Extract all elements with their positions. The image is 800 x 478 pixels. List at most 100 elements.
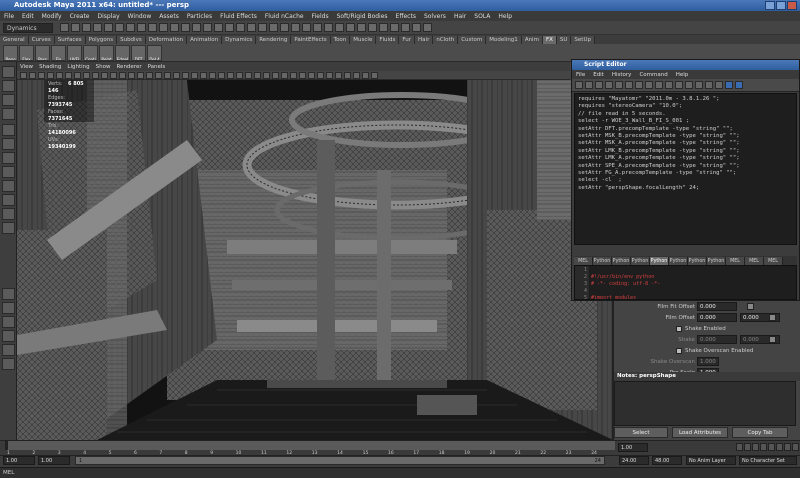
viewport-tool-icon[interactable] (371, 72, 378, 79)
script-tool-icon[interactable] (725, 81, 733, 89)
tool-icon[interactable] (2, 152, 15, 164)
status-tool-icon[interactable] (225, 23, 234, 32)
script-tool-icon[interactable] (655, 81, 663, 89)
script-menu-command[interactable]: Command (639, 72, 667, 78)
playback-button[interactable] (744, 443, 751, 451)
tool-icon[interactable] (2, 124, 15, 136)
viewport-tool-icon[interactable] (20, 72, 27, 79)
tool-icon[interactable] (2, 94, 15, 106)
shelf-tab-toon[interactable]: Toon (330, 36, 351, 44)
playback-start-field[interactable]: 1.00 (38, 456, 70, 465)
shelf-tab-ncloth[interactable]: nCloth (433, 36, 459, 44)
status-tool-icon[interactable] (82, 23, 91, 32)
script-editor-history[interactable]: requires "Mayatomr" "2011.0m - 3.8.1.26 … (574, 93, 797, 245)
viewport-persp[interactable] (17, 80, 613, 440)
playback-button[interactable] (768, 443, 775, 451)
script-menu-history[interactable]: History (612, 72, 632, 78)
script-tab-python[interactable]: Python (593, 257, 612, 265)
tool-icon[interactable] (2, 316, 15, 328)
slider-icon[interactable] (747, 303, 754, 310)
playback-end-field[interactable]: 24.00 (619, 456, 649, 465)
status-tool-icon[interactable] (379, 23, 388, 32)
shelf-tab-hair[interactable]: Hair (415, 36, 434, 44)
menu-fluid-ncache[interactable]: Fluid nCache (265, 13, 304, 20)
script-tool-icon[interactable] (615, 81, 623, 89)
shelf-tab-fur[interactable]: Fur (399, 36, 416, 44)
script-tab-mel[interactable]: MEL (745, 257, 764, 265)
script-tab-python[interactable]: Python (669, 257, 688, 265)
status-tool-icon[interactable] (71, 23, 80, 32)
minimize-button[interactable] (765, 1, 775, 10)
menu-window[interactable]: Window (128, 13, 152, 20)
shake-enabled-checkbox[interactable] (676, 326, 682, 332)
viewport-tool-icon[interactable] (38, 72, 45, 79)
viewport-tool-icon[interactable] (344, 72, 351, 79)
script-tool-icon[interactable] (685, 81, 693, 89)
viewport-tool-icon[interactable] (353, 72, 360, 79)
tool-icon[interactable] (2, 302, 15, 314)
menu-sola[interactable]: SOLA (474, 13, 490, 20)
load-attributes-button[interactable]: Load Attributes (672, 427, 728, 438)
command-line[interactable]: MEL (0, 467, 800, 478)
viewport-tool-icon[interactable] (128, 72, 135, 79)
range-start-field[interactable]: 1.00 (3, 456, 35, 465)
viewport-tool-icon[interactable] (56, 72, 63, 79)
viewport-tool-icon[interactable] (245, 72, 252, 79)
shelf-tab-modeling1[interactable]: Modeling1 (486, 36, 522, 44)
tool-icon[interactable] (2, 166, 15, 178)
status-tool-icon[interactable] (104, 23, 113, 32)
script-tab-python[interactable]: Python (631, 257, 650, 265)
script-tab-python[interactable]: Python (707, 257, 726, 265)
shelf-tab-subdivs[interactable]: Subdivs (117, 36, 146, 44)
status-tool-icon[interactable] (291, 23, 300, 32)
script-tab-python[interactable]: Python (612, 257, 631, 265)
tool-icon[interactable] (2, 180, 15, 192)
script-tool-icon[interactable] (605, 81, 613, 89)
viewport-tool-icon[interactable] (47, 72, 54, 79)
viewport-tool-icon[interactable] (218, 72, 225, 79)
menu-file[interactable]: File (4, 13, 14, 20)
script-tab-python[interactable]: Python (688, 257, 707, 265)
status-tool-icon[interactable] (148, 23, 157, 32)
code-area[interactable]: #!/usr/bin/env python # -*- coding: utf-8… (591, 266, 796, 299)
script-editor-input[interactable]: 1234567891011 #!/usr/bin/env python# -*-… (574, 265, 797, 300)
shelf-tab-setup[interactable]: SetUp (571, 36, 595, 44)
shelf-tab-dynamics[interactable]: Dynamics (222, 36, 257, 44)
status-tool-icon[interactable] (203, 23, 212, 32)
script-tool-icon[interactable] (635, 81, 643, 89)
tool-icon[interactable] (2, 80, 15, 92)
shelf-button[interactable]: Pass (35, 45, 50, 61)
shelf-tab-polygons[interactable]: Polygons (85, 36, 118, 44)
menu-effects[interactable]: Effects (396, 13, 416, 20)
menu-fluid-effects[interactable]: Fluid Effects (220, 13, 257, 20)
viewport-menu-lighting[interactable]: Lighting (67, 64, 89, 70)
status-tool-icon[interactable] (313, 23, 322, 32)
viewport-tool-icon[interactable] (299, 72, 306, 79)
menu-display[interactable]: Display (98, 13, 120, 20)
current-frame-field[interactable]: 1.00 (618, 443, 648, 452)
status-tool-icon[interactable] (126, 23, 135, 32)
shelf-tab-deformation[interactable]: Deformation (145, 36, 188, 44)
menu-assets[interactable]: Assets (159, 13, 179, 20)
script-tool-icon[interactable] (645, 81, 653, 89)
status-tool-icon[interactable] (302, 23, 311, 32)
status-tool-icon[interactable] (247, 23, 256, 32)
tool-icon[interactable] (2, 358, 15, 370)
status-tool-icon[interactable] (192, 23, 201, 32)
viewport-tool-icon[interactable] (101, 72, 108, 79)
playback-button[interactable] (792, 443, 799, 451)
notes-textarea[interactable] (614, 381, 796, 426)
viewport-tool-icon[interactable] (155, 72, 162, 79)
viewport-tool-icon[interactable] (137, 72, 144, 79)
viewport-tool-icon[interactable] (29, 72, 36, 79)
shelf-tab-fluids[interactable]: Fluids (376, 36, 400, 44)
status-tool-icon[interactable] (401, 23, 410, 32)
shelf-button[interactable]: DFT (131, 45, 146, 61)
viewport-tool-icon[interactable] (74, 72, 81, 79)
script-menu-edit[interactable]: Edit (593, 72, 604, 78)
status-tool-icon[interactable] (159, 23, 168, 32)
script-menu-help[interactable]: Help (676, 72, 689, 78)
viewport-tool-icon[interactable] (191, 72, 198, 79)
viewport-tool-icon[interactable] (173, 72, 180, 79)
tool-icon[interactable] (2, 222, 15, 234)
